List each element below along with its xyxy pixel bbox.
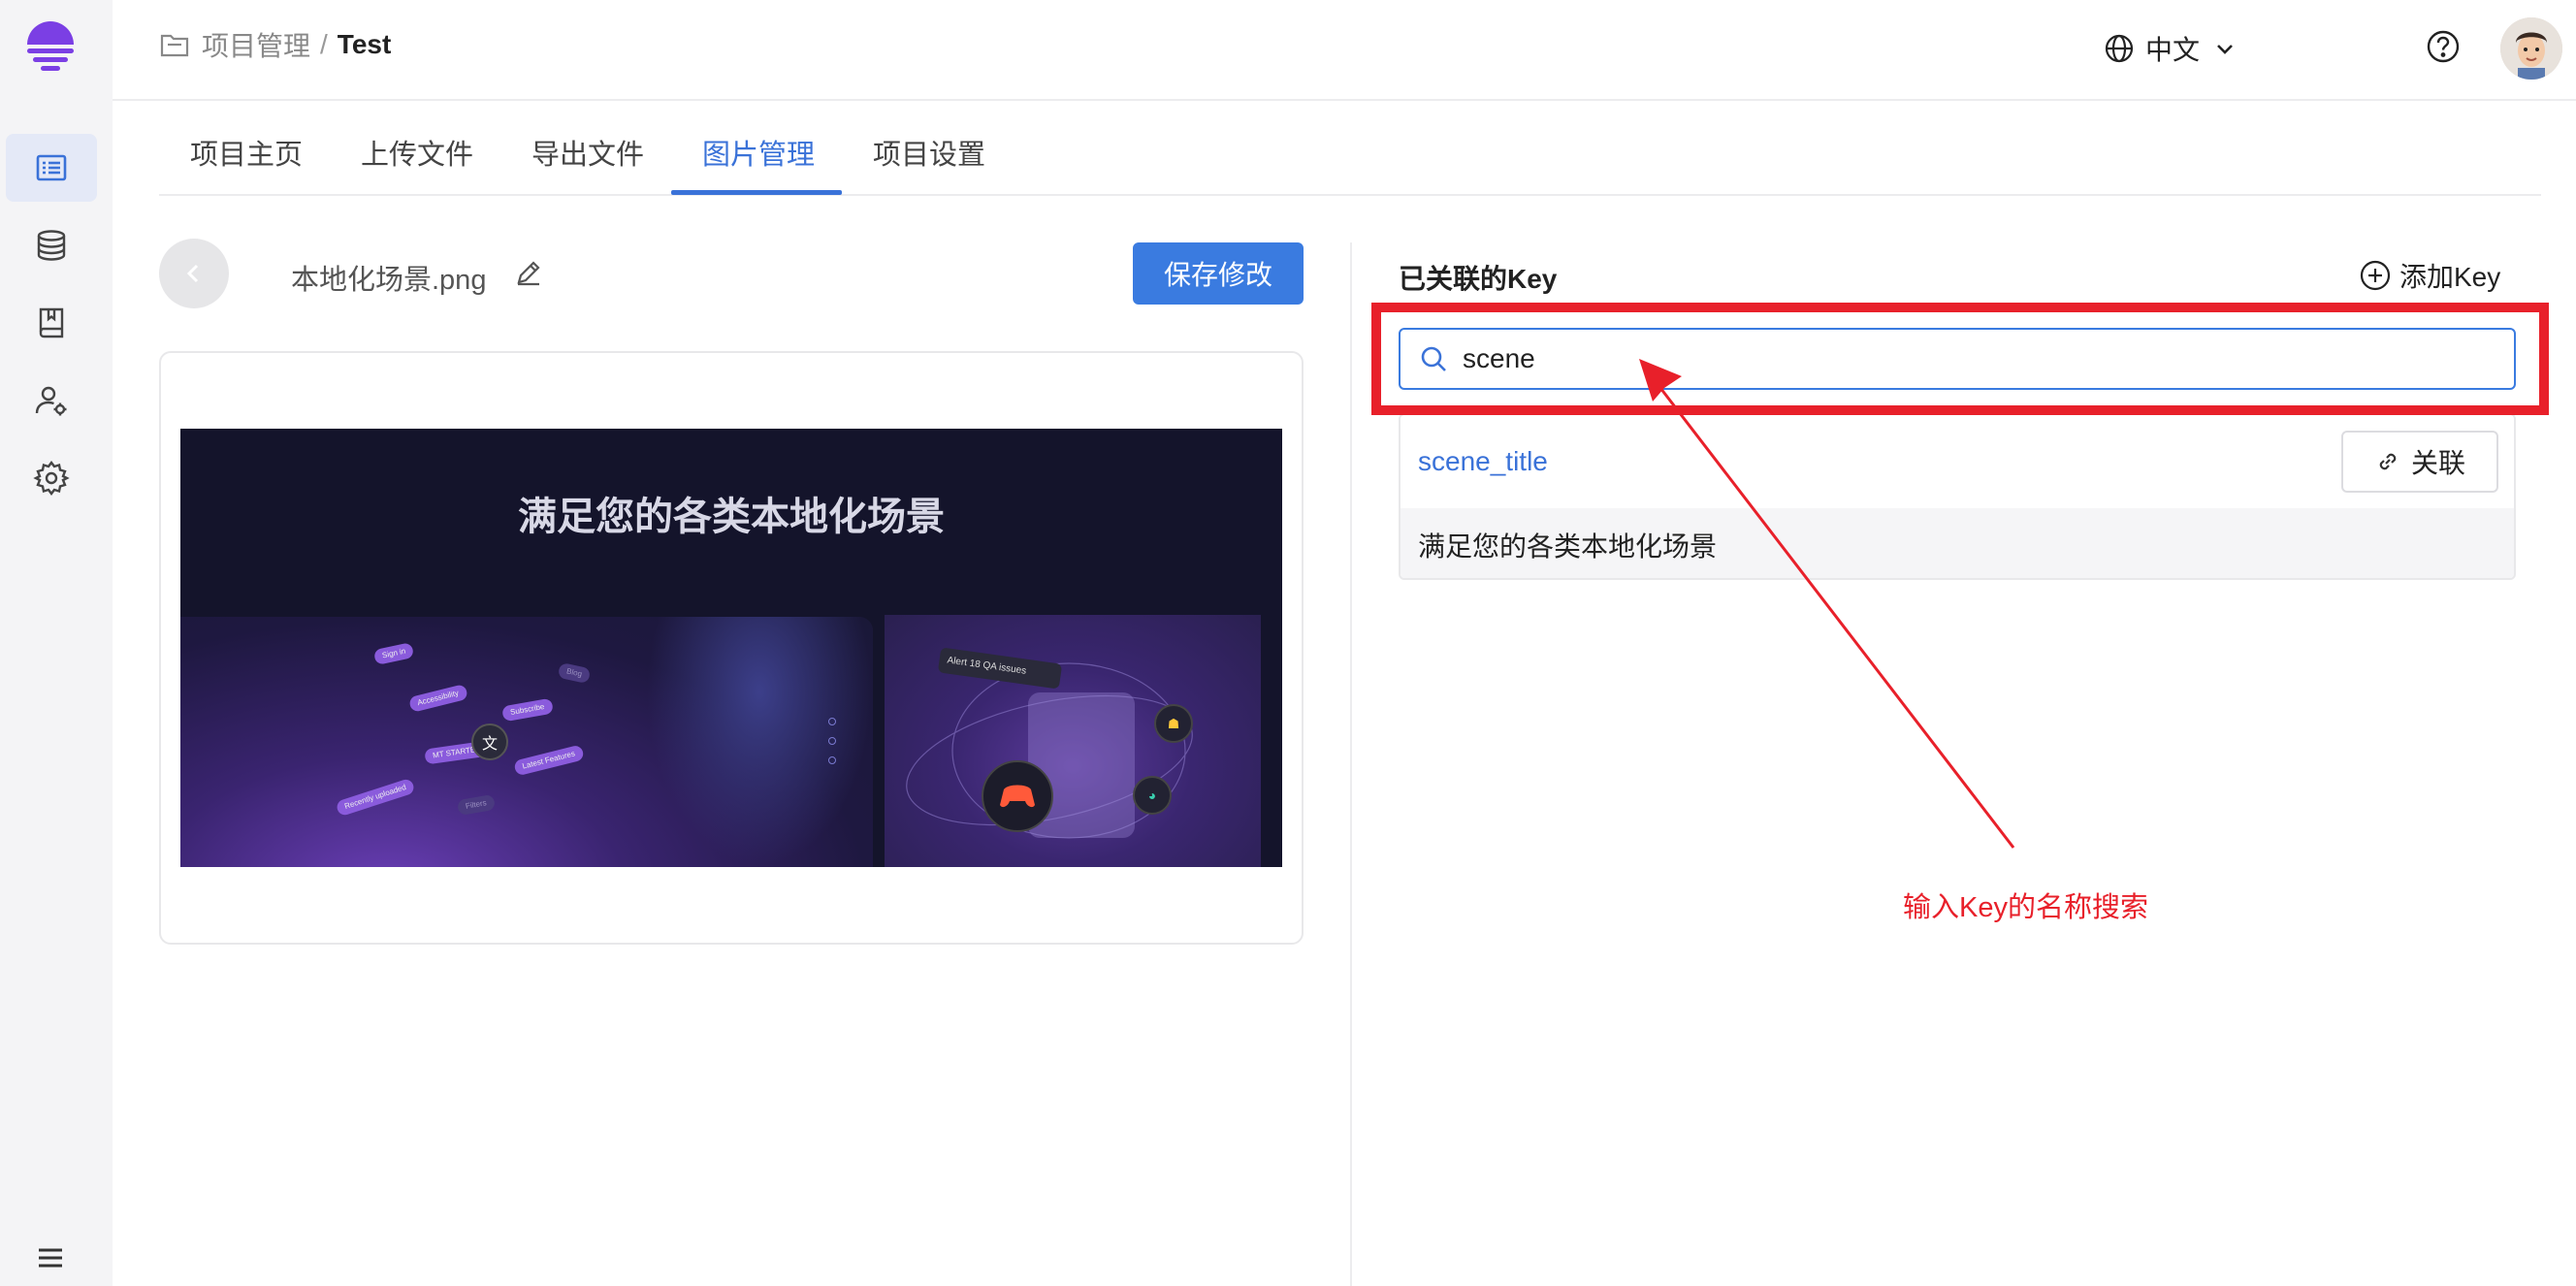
gear-icon	[33, 461, 70, 496]
user-settings-icon	[35, 386, 67, 416]
chevron-down-icon	[2217, 45, 2233, 54]
tab-project-home[interactable]: 项目主页	[190, 132, 303, 173]
link-icon	[2379, 453, 2397, 470]
sidebar-item-settings[interactable]	[6, 444, 97, 512]
linked-keys-title: 已关联的Key	[1399, 264, 1558, 294]
add-key-button[interactable]: 添加Key	[2359, 256, 2500, 295]
result-key-text: 满足您的各类本地化场景	[1401, 508, 2514, 578]
folder-icon	[160, 34, 189, 57]
app-logo-icon[interactable]	[25, 19, 76, 78]
avatar-face-icon	[2500, 17, 2562, 80]
back-button[interactable]	[159, 239, 229, 308]
preview-scene-left: Sign in Accessibility Subscribe MT START…	[180, 617, 873, 867]
preview-pill: Filters	[456, 793, 496, 817]
result-key-name[interactable]: scene_title	[1418, 446, 1548, 477]
preview-dot	[828, 718, 836, 725]
tab-export-files[interactable]: 导出文件	[531, 132, 644, 173]
help-icon[interactable]	[2425, 28, 2462, 65]
image-preview[interactable]: 满足您的各类本地化场景 Sign in Accessibility Subscr…	[180, 429, 1282, 867]
breadcrumb-current: Test	[337, 29, 392, 59]
preview-pill: Accessibility	[407, 684, 468, 713]
breadcrumb-separator: /	[320, 29, 328, 59]
tab-image-management[interactable]: 图片管理	[702, 132, 815, 173]
gamepad-icon	[982, 760, 1053, 832]
language-selector[interactable]: 中文	[2103, 29, 2246, 68]
sidebar-item-database[interactable]	[6, 211, 97, 279]
preview-pill: Subscribe	[501, 697, 554, 723]
plus-circle-icon	[2360, 260, 2391, 291]
link-key-label: 关联	[2410, 448, 2465, 478]
language-label: 中文	[2145, 35, 2201, 65]
image-filename: 本地化场景.png	[291, 265, 487, 296]
avatar[interactable]	[2500, 17, 2562, 80]
active-tab-indicator	[671, 190, 842, 195]
preview-pill: Recently uploaded	[335, 777, 416, 818]
sidebar-item-projects[interactable]	[6, 134, 97, 202]
preview-scene-right: Alert 18 QA issues ☗ ◕	[885, 615, 1261, 867]
top-header: 项目管理 / Test 中文	[113, 0, 2576, 101]
preview-pill: Latest Features	[513, 744, 585, 777]
preview-dot	[828, 756, 836, 764]
sidebar	[0, 0, 113, 1286]
panel-divider	[1350, 242, 1352, 1286]
preview-pill: Blog	[557, 661, 592, 685]
database-icon	[37, 230, 66, 261]
pencil-icon[interactable]	[512, 256, 545, 289]
annotation-text: 输入Key的名称搜索	[1903, 892, 2148, 923]
add-key-label: 添加Key	[2399, 262, 2501, 292]
tab-project-settings[interactable]: 项目设置	[873, 132, 985, 173]
sidebar-item-users[interactable]	[6, 367, 97, 434]
translate-icon: 文	[471, 723, 508, 760]
chevron-left-icon	[186, 264, 199, 283]
breadcrumb-parent[interactable]: 项目管理	[202, 25, 310, 64]
link-key-button[interactable]: 关联	[2341, 431, 2498, 493]
preview-dot	[828, 737, 836, 745]
search-result-item: scene_title 关联 满足您的各类本地化场景	[1399, 413, 2516, 580]
menu-icon[interactable]	[29, 1241, 72, 1274]
tab-upload-files[interactable]: 上传文件	[361, 132, 473, 173]
preview-title: 满足您的各类本地化场景	[518, 496, 945, 538]
annotation-highlight-frame	[1371, 303, 2549, 415]
tab-bar: 项目主页 上传文件 导出文件 图片管理 项目设置	[159, 101, 2541, 196]
ghost-icon: ☗	[1154, 704, 1193, 743]
pacman-icon: ◕	[1133, 776, 1172, 815]
sidebar-item-docs[interactable]	[6, 289, 97, 357]
save-button[interactable]: 保存修改	[1133, 242, 1304, 305]
breadcrumb: 项目管理 / Test	[159, 25, 391, 64]
globe-icon	[2105, 34, 2134, 63]
preview-pill: Sign in	[372, 641, 415, 666]
preview-glow	[646, 617, 873, 867]
book-icon	[39, 307, 64, 338]
list-icon	[36, 154, 67, 181]
